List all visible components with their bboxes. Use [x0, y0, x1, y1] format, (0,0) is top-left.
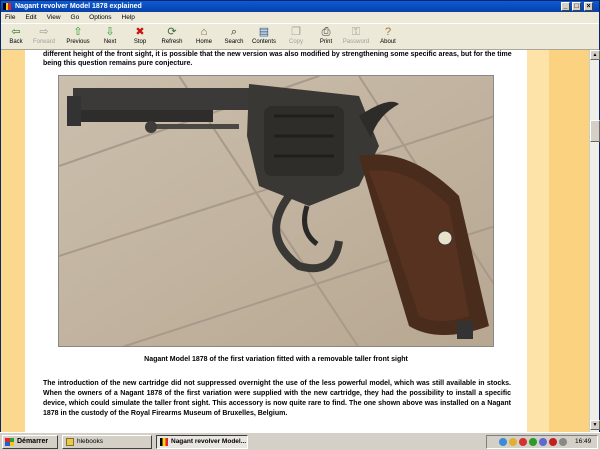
article-page: different height of the front sight, it … — [25, 50, 527, 432]
menu-bar: File Edit View Go Options Help — [1, 12, 599, 23]
toolbar-button-forward[interactable]: ⇨ Forward — [29, 25, 59, 50]
toolbar-button-password[interactable]: ⚿ Password — [341, 25, 371, 50]
article-top-text: different height of the front sight, it … — [43, 51, 512, 67]
arrow-right-icon: ⇨ — [39, 26, 49, 38]
article-paragraph: The introduction of the new cartridge di… — [43, 380, 511, 417]
toolbar-label: Home — [195, 39, 212, 45]
toolbar-label: Search — [224, 39, 244, 45]
system-tray: 16:49 — [486, 435, 598, 449]
start-button[interactable]: Démarrer — [2, 435, 58, 449]
folder-icon — [66, 438, 74, 446]
scroll-thumb[interactable] — [590, 120, 600, 142]
windows-logo-icon — [5, 438, 14, 446]
menu-edit[interactable]: Edit — [21, 12, 40, 23]
monitor-icon[interactable] — [539, 438, 547, 446]
about-icon: ? — [384, 26, 392, 38]
print-icon: ⎙ — [321, 26, 331, 38]
antivirus-icon[interactable] — [519, 438, 527, 446]
password-icon: ⚿ — [351, 26, 361, 38]
shield-icon[interactable] — [549, 438, 557, 446]
toolbar-label: Print — [319, 39, 333, 45]
network-icon[interactable] — [499, 438, 507, 446]
toolbar-button-next[interactable]: ⇩ Next — [95, 25, 125, 50]
toolbar-label: Back — [9, 39, 23, 45]
copy-icon: ❐ — [291, 26, 301, 38]
toolbar-label: Contents — [251, 39, 276, 45]
maximize-button[interactable]: □ — [572, 2, 581, 11]
toolbar-button-search[interactable]: ⌕ Search — [219, 25, 249, 50]
app-icon — [160, 438, 168, 446]
toolbar-button-copy[interactable]: ❐ Copy — [281, 25, 311, 50]
toolbar-button-about[interactable]: ? About — [373, 25, 403, 50]
taskbar-item-hlebooks[interactable]: hlebooks — [62, 435, 152, 449]
scroll-down-button[interactable]: ▼ — [590, 420, 600, 430]
contents-icon: ▤ — [258, 26, 270, 38]
home-icon: ⌂ — [200, 26, 208, 38]
right-decor-band-outer — [549, 50, 589, 432]
arrow-left-icon: ⇦ — [11, 26, 21, 38]
photo-caption: Nagant Model 1878 of the first variation… — [144, 356, 408, 363]
toolbar-label: About — [380, 39, 396, 45]
revolver-photo — [58, 75, 494, 347]
arrow-up-icon: ⇧ — [73, 26, 83, 38]
toolbar-button-previous[interactable]: ⇧ Previous — [63, 25, 93, 50]
toolbar-button-home[interactable]: ⌂ Home — [189, 25, 219, 50]
vertical-scrollbar[interactable]: ▲ ▼ — [589, 50, 600, 432]
left-decor-band — [1, 50, 25, 432]
toolbar-label: Copy — [288, 39, 303, 45]
toolbar-button-contents[interactable]: ▤ Contents — [249, 25, 279, 50]
battery-icon[interactable] — [559, 438, 567, 446]
app-icon — [3, 3, 12, 10]
refresh-icon: ⟳ — [167, 26, 177, 38]
toolbar: ⇦ Back ⇨ Forward ⇧ Previous ⇩ Next ✖ Stop ⟳ Refresh… — [1, 23, 599, 50]
menu-options[interactable]: Options — [85, 12, 115, 23]
stop-icon: ✖ — [135, 26, 145, 38]
content-area: different height of the front sight, it … — [1, 50, 589, 432]
start-label: Démarrer — [17, 438, 49, 445]
toolbar-label: Previous — [66, 39, 90, 45]
toolbar-label: Forward — [32, 39, 55, 45]
taskbar: Démarrer hlebooks Nagant revolver Model.… — [0, 432, 600, 450]
menu-go[interactable]: Go — [67, 12, 84, 23]
taskbar-item-nagant[interactable]: Nagant revolver Model... — [156, 435, 248, 449]
search-icon: ⌕ — [230, 26, 238, 38]
toolbar-label: Next — [103, 39, 117, 45]
application-window: Nagant revolver Model 1878 explained _ □… — [0, 0, 600, 432]
toolbar-button-stop[interactable]: ✖ Stop — [125, 25, 155, 50]
toolbar-button-print[interactable]: ⎙ Print — [311, 25, 341, 50]
menu-help[interactable]: Help — [118, 12, 139, 23]
minimize-button[interactable]: _ — [561, 2, 570, 11]
toolbar-button-refresh[interactable]: ⟳ Refresh — [157, 25, 187, 50]
right-decor-band-inner — [527, 50, 549, 432]
sync-icon[interactable] — [529, 438, 537, 446]
window-title: Nagant revolver Model 1878 explained — [15, 3, 142, 10]
toolbar-label: Password — [342, 39, 370, 45]
volume-icon[interactable] — [509, 438, 517, 446]
menu-file[interactable]: File — [1, 12, 19, 23]
title-bar[interactable]: Nagant revolver Model 1878 explained _ □… — [1, 1, 599, 12]
toolbar-label: Refresh — [161, 39, 183, 45]
toolbar-label: Stop — [133, 39, 147, 45]
toolbar-button-back[interactable]: ⇦ Back — [1, 25, 31, 50]
close-button[interactable]: × — [584, 2, 593, 11]
clock: 16:49 — [575, 438, 592, 445]
arrow-down-icon: ⇩ — [105, 26, 115, 38]
scroll-up-button[interactable]: ▲ — [590, 50, 600, 60]
menu-view[interactable]: View — [43, 12, 65, 23]
